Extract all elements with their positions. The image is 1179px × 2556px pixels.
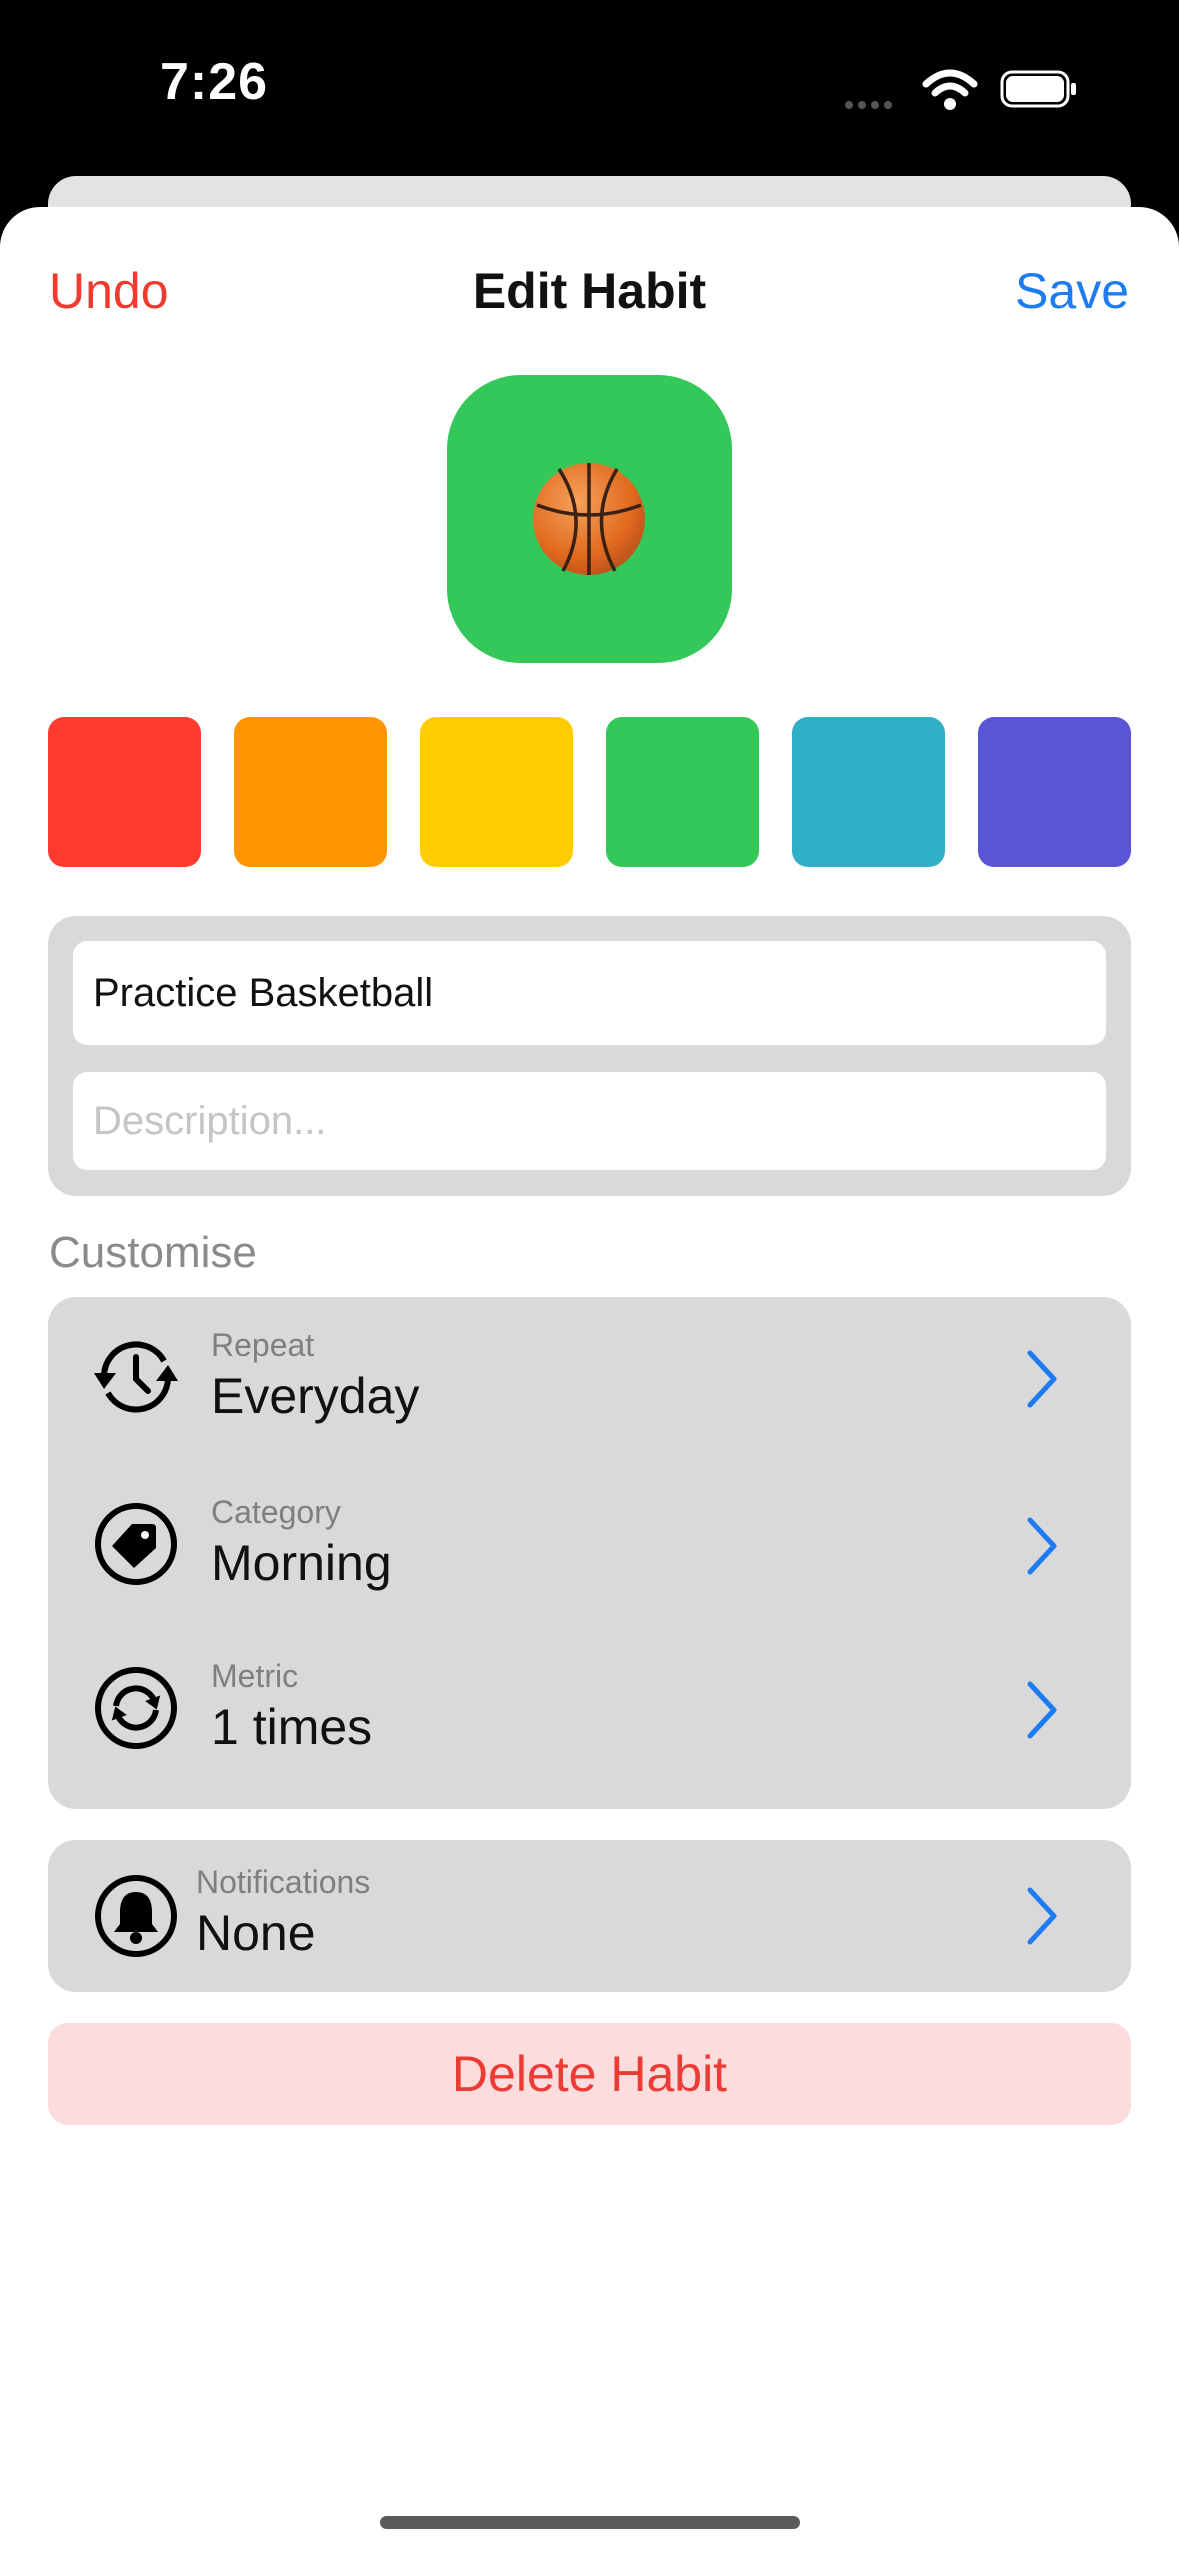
chevron-right-icon [1027, 1887, 1057, 1945]
category-value: Morning [211, 1535, 392, 1591]
status-bar: 7:26 [0, 0, 1179, 180]
notifications-group: Notifications None [48, 1840, 1131, 1992]
chevron-right-icon [1027, 1517, 1057, 1575]
sync-icon [95, 1667, 177, 1749]
habit-name-field[interactable]: Practice Basketball [73, 941, 1106, 1045]
home-indicator[interactable] [380, 2516, 800, 2529]
swatch-red[interactable] [48, 717, 201, 867]
repeat-caption: Repeat [211, 1327, 315, 1363]
metric-row[interactable]: Metric 1 times [48, 1628, 1131, 1788]
wifi-icon [922, 69, 978, 110]
status-time: 7:26 [160, 53, 269, 111]
basketball-icon [533, 463, 645, 575]
swatch-green[interactable] [606, 717, 759, 867]
customise-group: Repeat Everyday Category Morning Metric … [48, 1297, 1131, 1809]
habit-text-group: Practice Basketball Description... [48, 916, 1131, 1196]
metric-caption: Metric [211, 1658, 299, 1694]
chevron-right-icon [1027, 1681, 1057, 1739]
description-field[interactable]: Description... [73, 1072, 1106, 1170]
swatch-orange[interactable] [234, 717, 387, 867]
category-row[interactable]: Category Morning [48, 1464, 1131, 1624]
bell-icon [95, 1875, 177, 1957]
tag-icon [95, 1503, 177, 1585]
delete-habit-button[interactable]: Delete Habit [48, 2023, 1131, 2125]
page-title: Edit Habit [472, 263, 707, 319]
battery-icon [1000, 70, 1076, 108]
chevron-right-icon [1027, 1350, 1057, 1408]
habit-icon-tile[interactable] [447, 375, 732, 663]
repeat-value: Everyday [211, 1368, 420, 1424]
notifications-value: None [196, 1905, 316, 1961]
save-button[interactable]: Save [1015, 262, 1129, 320]
swatch-yellow[interactable] [420, 717, 573, 867]
swatch-teal[interactable] [792, 717, 945, 867]
repeat-clock-icon [94, 1341, 178, 1413]
metric-value: 1 times [211, 1699, 373, 1755]
customise-section-label: Customise [49, 1228, 257, 1277]
cellular-signal-icon [845, 96, 905, 109]
notifications-caption: Notifications [196, 1864, 371, 1900]
repeat-row[interactable]: Repeat Everyday [48, 1297, 1131, 1457]
category-caption: Category [211, 1494, 341, 1530]
notifications-row[interactable]: Notifications None [48, 1840, 1131, 1992]
color-picker [48, 717, 1131, 867]
swatch-indigo[interactable] [978, 717, 1131, 867]
